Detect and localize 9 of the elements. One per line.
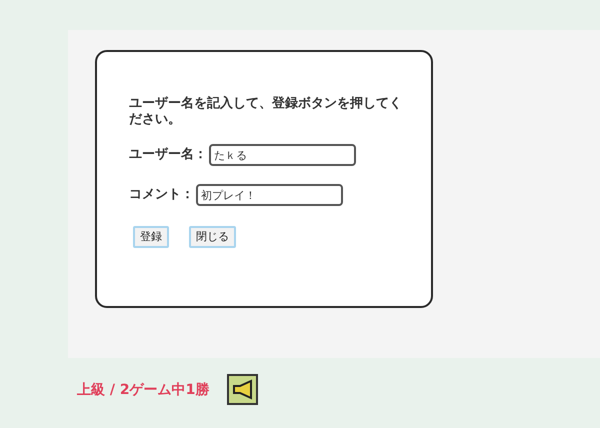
dialog-button[interactable]: 閉じる	[189, 226, 236, 248]
instruction-text: ユーザー名を記入して、登録ボタンを押してください。	[129, 96, 403, 128]
field-label: ユーザー名：	[129, 146, 207, 164]
horn-icon[interactable]	[227, 374, 260, 406]
status-text: 上級 / 2ゲーム中1勝	[77, 380, 210, 400]
dialog-button[interactable]: 登録	[133, 226, 169, 248]
text-field[interactable]: 初プレイ！	[196, 184, 343, 206]
text-field[interactable]: たｋる	[209, 144, 356, 166]
field-label: コメント：	[129, 186, 194, 204]
